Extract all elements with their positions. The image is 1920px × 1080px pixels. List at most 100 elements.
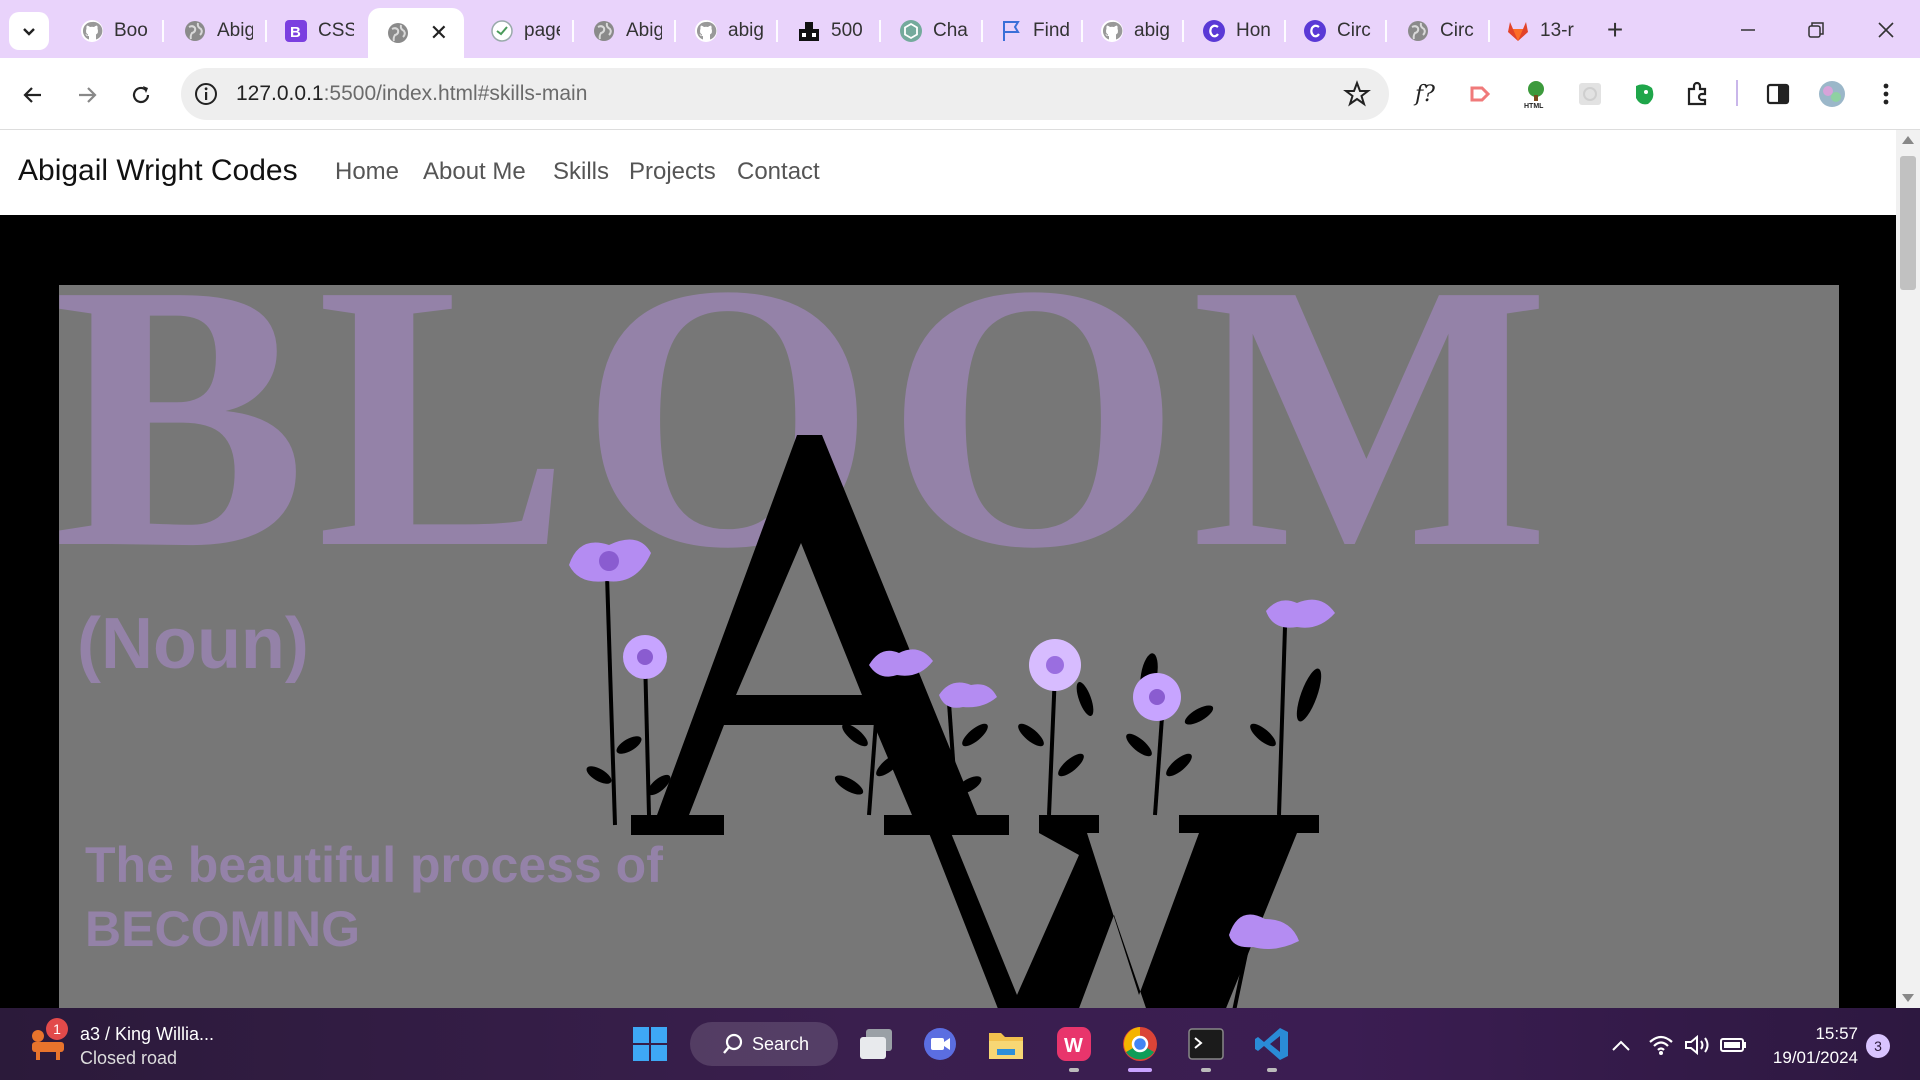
tray-overflow-button[interactable] <box>1608 1032 1634 1058</box>
start-button[interactable] <box>630 1024 670 1064</box>
extension-evernote-button[interactable] <box>1628 78 1660 110</box>
tab-12[interactable]: Circ <box>1289 12 1379 50</box>
scroll-thumb[interactable] <box>1900 156 1916 290</box>
weather-widget[interactable]: 1 a3 / King Willia... Closed road <box>28 1018 214 1070</box>
bookmark-star-icon[interactable] <box>1343 80 1371 108</box>
tab-separator <box>572 20 574 42</box>
globe-icon <box>183 19 207 43</box>
page-scrollbar[interactable] <box>1896 130 1920 1008</box>
taskbar-meet-app[interactable] <box>920 1024 960 1064</box>
battery-button[interactable] <box>1720 1032 1746 1058</box>
extensions-menu-button[interactable] <box>1682 78 1714 110</box>
gitlab-icon <box>1506 19 1530 43</box>
nav-link-about[interactable]: About Me <box>423 158 526 186</box>
nav-link-projects[interactable]: Projects <box>629 158 716 186</box>
taskbar-wps-app[interactable]: W <box>1054 1024 1094 1072</box>
tree-icon: HTML <box>1524 81 1544 109</box>
server-icon <box>797 19 821 43</box>
weather-alert-badge: 1 <box>46 1018 68 1040</box>
extension-arrow-button[interactable] <box>1466 78 1498 110</box>
tab-separator <box>162 20 164 42</box>
tab-label: page <box>524 20 560 41</box>
info-icon[interactable] <box>193 81 219 107</box>
tab-1[interactable]: Abig <box>169 12 259 50</box>
tab-search-button[interactable] <box>9 12 49 50</box>
tab-8[interactable]: Cha <box>885 12 975 50</box>
taskbar-file-explorer[interactable] <box>986 1024 1026 1064</box>
restore-button[interactable] <box>1796 12 1836 48</box>
chevron-up-icon <box>1612 1040 1630 1051</box>
profile-button[interactable] <box>1816 78 1848 110</box>
extension-fx-button[interactable]: f? <box>1412 78 1444 110</box>
back-button[interactable] <box>16 78 50 112</box>
nav-link-skills[interactable]: Skills <box>553 158 609 186</box>
windows-logo-icon <box>633 1027 667 1061</box>
reload-icon <box>132 86 150 104</box>
tab-label: 500 <box>831 20 863 41</box>
browser-menu-button[interactable] <box>1870 78 1902 110</box>
tab-14[interactable]: 13-r <box>1492 12 1582 50</box>
grid-icon <box>1579 83 1601 105</box>
extension-grid-button[interactable] <box>1574 78 1606 110</box>
scroll-down-arrow-icon[interactable] <box>1902 994 1914 1002</box>
svg-text:HTML: HTML <box>1524 103 1544 109</box>
github-icon <box>694 19 718 43</box>
tab-label: Boo <box>114 20 148 41</box>
tab-active[interactable]: ✕ <box>368 8 464 58</box>
tab-label: Cha <box>933 20 968 41</box>
site-navbar: Abigail Wright Codes Home About Me Skill… <box>0 130 1896 215</box>
reload-button[interactable] <box>124 78 158 112</box>
tab-5[interactable]: Abig <box>578 12 668 50</box>
canva-icon <box>1202 19 1226 43</box>
tab-separator <box>265 20 267 42</box>
tab-close-button[interactable]: ✕ <box>430 20 448 46</box>
function-icon: f? <box>1413 82 1435 107</box>
weather-subtitle: Closed road <box>80 1048 178 1068</box>
tab-separator <box>1182 20 1184 42</box>
scroll-up-arrow-icon[interactable] <box>1902 136 1914 144</box>
tab-2[interactable]: B CSS <box>270 12 360 50</box>
tab-0[interactable]: Boo <box>66 12 156 50</box>
minimize-button[interactable] <box>1728 12 1768 48</box>
tab-label: abig <box>1134 20 1170 41</box>
taskbar-vscode[interactable] <box>1252 1024 1292 1072</box>
new-tab-button[interactable]: + <box>1598 14 1632 46</box>
tab-4[interactable]: page <box>476 12 566 50</box>
forward-button[interactable] <box>70 78 104 112</box>
extension-html-tree-button[interactable]: HTML <box>1520 78 1552 110</box>
nav-link-home[interactable]: Home <box>335 158 399 186</box>
browser-toolbar: 127.0.0.1:5500/index.html#skills-main f?… <box>0 58 1920 130</box>
site-brand[interactable]: Abigail Wright Codes <box>18 154 298 188</box>
system-clock[interactable]: 15:57 19/01/2024 <box>1766 1022 1858 1070</box>
task-view-button[interactable] <box>856 1024 896 1064</box>
taskbar-search-button[interactable]: Search <box>690 1022 838 1066</box>
side-panel-button[interactable] <box>1762 78 1794 110</box>
address-bar[interactable]: 127.0.0.1:5500/index.html#skills-main <box>181 68 1389 120</box>
tab-10[interactable]: abig <box>1086 12 1176 50</box>
nav-link-contact[interactable]: Contact <box>737 158 820 186</box>
taskbar-chrome[interactable] <box>1120 1024 1160 1072</box>
close-icon <box>1878 22 1894 38</box>
url-text[interactable]: 127.0.0.1:5500/index.html#skills-main <box>236 82 587 106</box>
bootstrap-icon: B <box>284 19 308 43</box>
tab-9[interactable]: Find <box>985 12 1075 50</box>
chrome-icon <box>1123 1027 1157 1061</box>
tab-7[interactable]: 500 <box>783 12 873 50</box>
tab-label: Find <box>1033 20 1069 41</box>
github-icon <box>80 19 104 43</box>
tab-6[interactable]: abig <box>680 12 770 50</box>
task-view-icon <box>860 1029 892 1059</box>
tab-label: abig <box>728 20 764 41</box>
tab-separator <box>879 20 881 42</box>
tab-11[interactable]: Hon <box>1188 12 1278 50</box>
close-window-button[interactable] <box>1866 12 1906 48</box>
taskbar-terminal[interactable] <box>1186 1024 1226 1072</box>
search-label: Search <box>752 1033 810 1054</box>
running-indicator <box>1201 1068 1211 1072</box>
tab-separator <box>776 20 778 42</box>
windows-taskbar: 1 a3 / King Willia... Closed road Search… <box>0 1008 1920 1080</box>
wifi-button[interactable] <box>1648 1032 1674 1058</box>
notification-center-button[interactable]: 3 <box>1866 1034 1890 1058</box>
tab-13[interactable]: Circ <box>1392 12 1482 50</box>
volume-button[interactable] <box>1684 1032 1710 1058</box>
